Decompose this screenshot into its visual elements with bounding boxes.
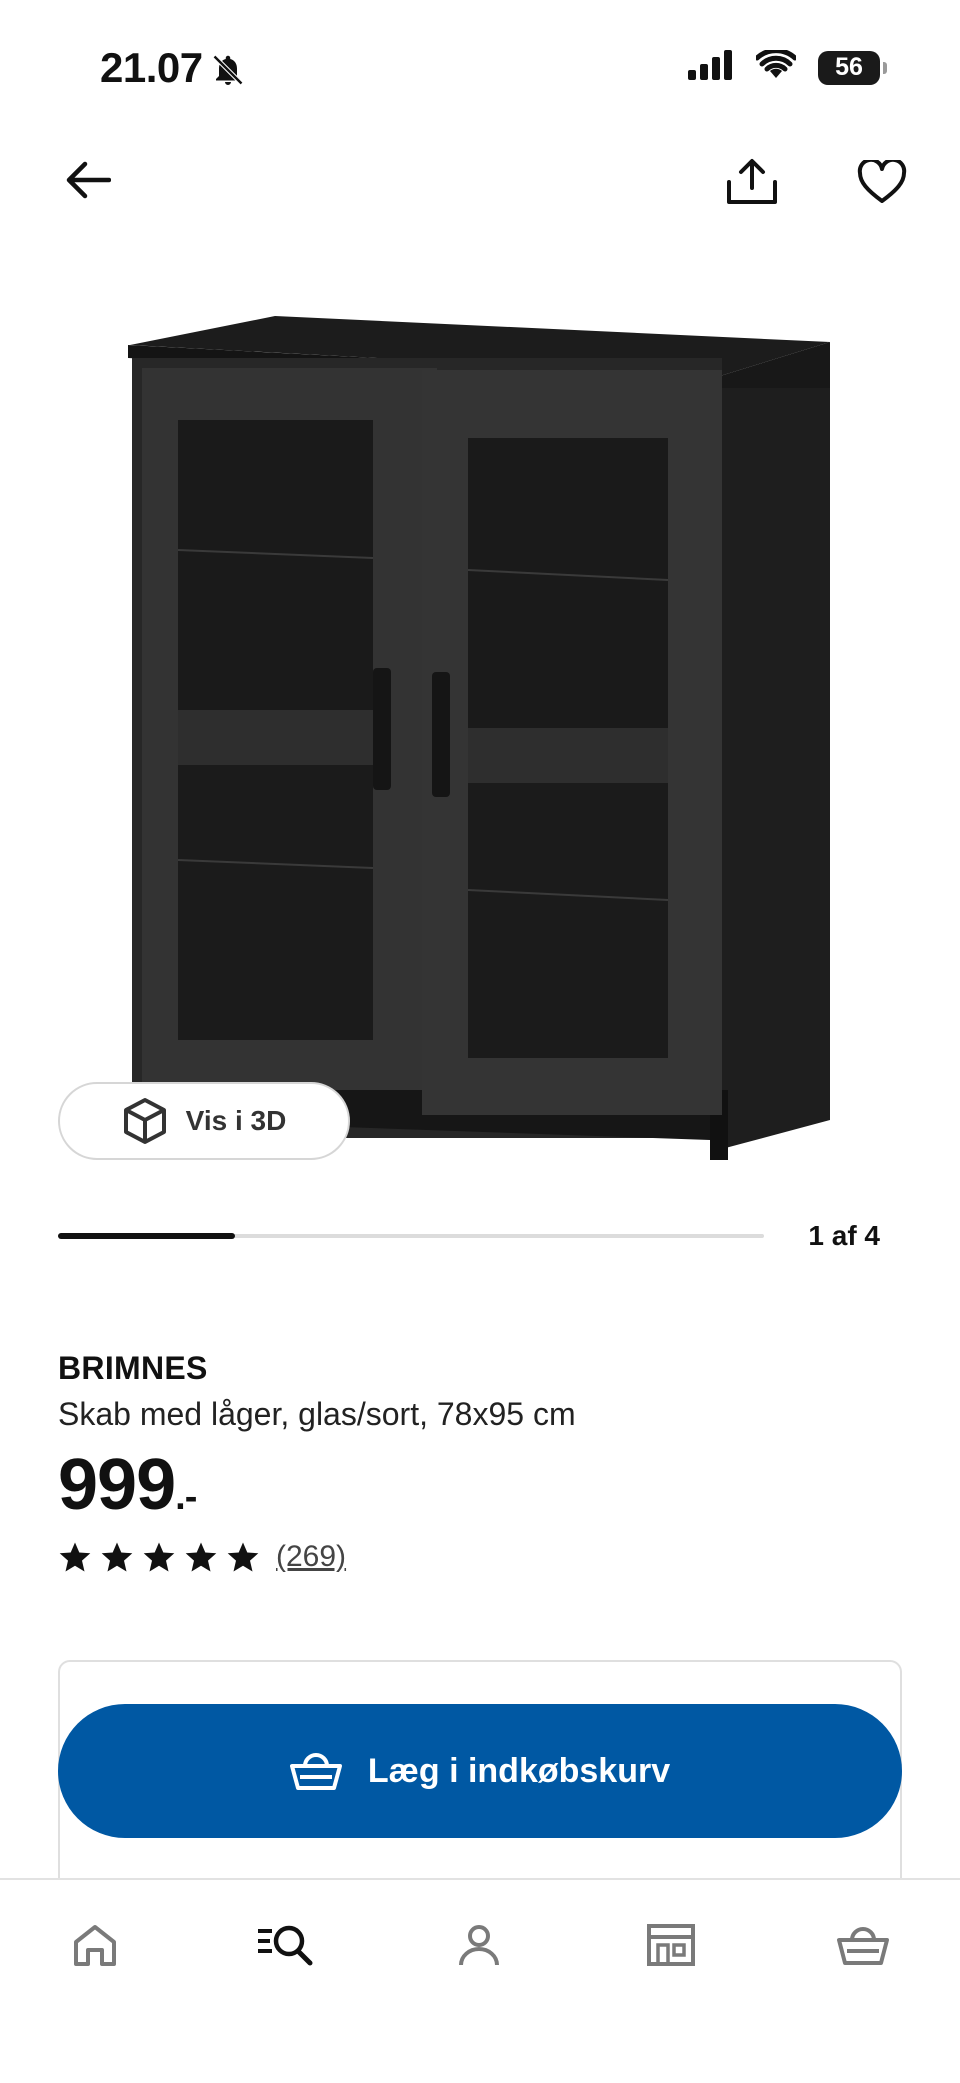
image-page-counter: 1 af 4 — [808, 1220, 880, 1251]
add-to-cart-label: Læg i indkøbskurv — [367, 1751, 671, 1790]
search-icon — [258, 1925, 313, 1966]
nav-profile[interactable] — [444, 1910, 514, 1980]
view-3d-label: Vis i 3D — [185, 1105, 287, 1136]
product-description: Skab med låger, glas/sort, 78x95 cm — [58, 1396, 576, 1432]
rating[interactable]: (269) — [58, 1540, 346, 1574]
product-image[interactable] — [110, 300, 850, 1180]
cube-icon — [123, 1098, 166, 1144]
nav-store[interactable] — [636, 1910, 706, 1980]
cart-icon — [837, 1927, 889, 1965]
basket-icon — [289, 1753, 342, 1790]
home-icon — [74, 1925, 116, 1966]
product-brand: BRIMNES — [58, 1350, 208, 1386]
price-suffix: .- — [175, 1476, 197, 1518]
status-time: 21.07 — [100, 44, 203, 91]
image-carousel-progress — [58, 1233, 764, 1239]
share-icon — [727, 159, 777, 204]
favorite-button[interactable] — [852, 152, 912, 212]
star-icon — [101, 1542, 133, 1572]
progress-fill — [58, 1233, 235, 1239]
status-indicators: 56 — [688, 48, 887, 85]
star-icon — [143, 1542, 175, 1572]
battery-indicator: 56 — [818, 50, 887, 85]
back-button[interactable] — [58, 150, 118, 210]
silent-bell-icon — [210, 52, 246, 93]
add-to-cart-button[interactable]: Læg i indkøbskurv — [58, 1704, 902, 1838]
view-3d-button[interactable]: Vis i 3D — [58, 1082, 350, 1160]
wifi-icon — [754, 48, 798, 85]
nav-cart[interactable] — [828, 1910, 898, 1980]
price-main: 999 — [58, 1445, 176, 1525]
bottom-navigation — [0, 1878, 960, 2083]
nav-home[interactable] — [60, 1910, 130, 1980]
profile-icon — [459, 1925, 499, 1966]
star-icon — [227, 1542, 259, 1572]
arrow-left-icon — [66, 161, 111, 199]
store-icon — [647, 1924, 695, 1966]
share-button[interactable] — [722, 152, 782, 212]
nav-search[interactable] — [250, 1910, 320, 1980]
heart-icon — [857, 160, 907, 203]
cellular-signal-icon — [688, 50, 734, 85]
star-icon — [59, 1542, 91, 1572]
star-icon — [185, 1542, 217, 1572]
product-price: 999.- — [58, 1444, 197, 1526]
review-count[interactable]: (269) — [276, 1540, 346, 1574]
rating-stars — [58, 1541, 260, 1573]
